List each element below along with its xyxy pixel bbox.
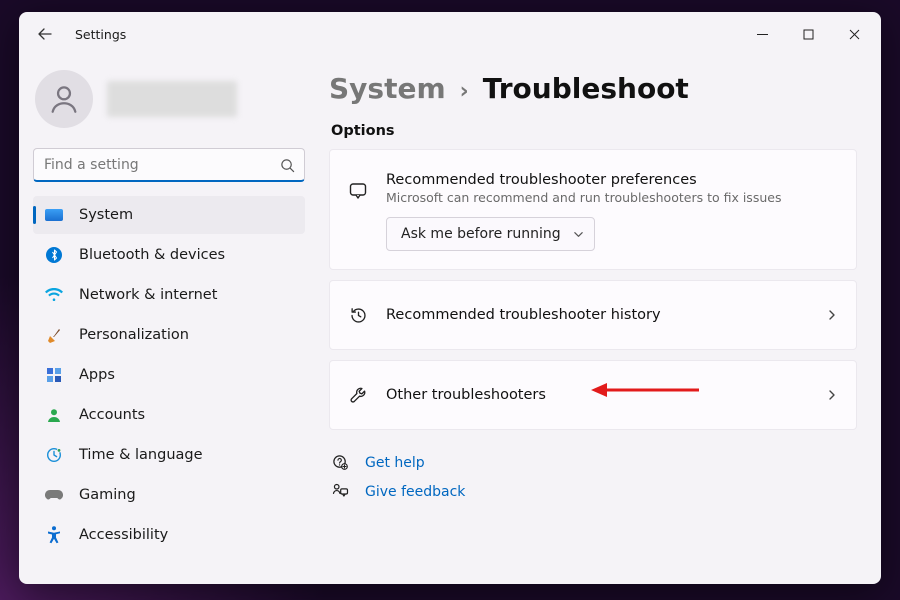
troubleshooter-pref-dropdown[interactable]: Ask me before running — [386, 217, 595, 251]
dropdown-value: Ask me before running — [401, 226, 561, 242]
sidebar-item-label: Apps — [79, 367, 115, 383]
gaming-icon — [45, 486, 63, 504]
nav: System Bluetooth & devices Network & int… — [33, 196, 305, 554]
card-row: Recommended troubleshooter history — [330, 281, 856, 349]
maximize-button[interactable] — [785, 18, 831, 50]
sidebar-item-personalization[interactable]: Personalization — [33, 316, 305, 354]
sidebar-item-apps[interactable]: Apps — [33, 356, 305, 394]
avatar — [35, 70, 93, 128]
sidebar-item-label: Accessibility — [79, 527, 168, 543]
card-body: Other troubleshooters — [386, 387, 808, 403]
section-label: Options — [331, 123, 857, 139]
accessibility-icon — [45, 526, 63, 544]
minimize-icon — [757, 29, 768, 40]
close-button[interactable] — [831, 18, 877, 50]
minimize-button[interactable] — [739, 18, 785, 50]
card-history[interactable]: Recommended troubleshooter history — [329, 280, 857, 350]
card-row: Other troubleshooters — [330, 361, 856, 429]
wifi-icon — [45, 286, 63, 304]
sidebar-item-accounts[interactable]: Accounts — [33, 396, 305, 434]
accounts-icon — [45, 406, 63, 424]
search-wrap — [33, 148, 305, 182]
chevron-right-icon — [826, 306, 838, 325]
sidebar-item-label: Network & internet — [79, 287, 217, 303]
sidebar-item-network[interactable]: Network & internet — [33, 276, 305, 314]
sidebar-item-time[interactable]: Time & language — [33, 436, 305, 474]
arrow-left-icon — [37, 26, 53, 42]
breadcrumb-current: Troubleshoot — [483, 72, 689, 105]
window-controls — [739, 18, 877, 50]
sidebar-item-accessibility[interactable]: Accessibility — [33, 516, 305, 554]
card-title: Other troubleshooters — [386, 387, 808, 403]
username-redacted — [107, 81, 237, 117]
close-icon — [849, 29, 860, 40]
sidebar-item-label: Bluetooth & devices — [79, 247, 225, 263]
sidebar-item-bluetooth[interactable]: Bluetooth & devices — [33, 236, 305, 274]
card-body: Recommended troubleshooter preferences M… — [386, 172, 838, 251]
sidebar-item-label: Gaming — [79, 487, 136, 503]
system-icon — [45, 206, 63, 224]
back-button[interactable] — [29, 18, 61, 50]
sidebar: System Bluetooth & devices Network & int… — [19, 56, 319, 584]
card-other-troubleshooters[interactable]: Other troubleshooters — [329, 360, 857, 430]
maximize-icon — [803, 29, 814, 40]
link-text: Get help — [365, 455, 425, 471]
search-input[interactable] — [33, 148, 305, 182]
breadcrumb-separator: › — [460, 79, 469, 104]
profile-block[interactable] — [33, 62, 305, 144]
sidebar-item-label: Personalization — [79, 327, 189, 343]
wrench-icon — [348, 386, 368, 405]
search-button[interactable] — [275, 153, 299, 177]
content-area: System Bluetooth & devices Network & int… — [19, 56, 881, 584]
search-icon — [280, 158, 295, 173]
link-text: Give feedback — [365, 484, 465, 500]
feedback-icon — [331, 483, 349, 500]
bluetooth-icon — [45, 246, 63, 264]
titlebar: Settings — [19, 12, 881, 56]
history-icon — [348, 306, 368, 325]
footer-links: Get help Give feedback — [329, 454, 857, 500]
help-icon — [331, 454, 349, 471]
sidebar-item-label: Accounts — [79, 407, 145, 423]
breadcrumb: System › Troubleshoot — [329, 72, 857, 105]
chat-icon — [348, 172, 368, 200]
sidebar-item-label: Time & language — [79, 447, 203, 463]
give-feedback-link[interactable]: Give feedback — [331, 483, 857, 500]
app-title: Settings — [75, 27, 126, 42]
card-body: Recommended troubleshooter history — [386, 307, 808, 323]
apps-icon — [45, 366, 63, 384]
card-row: Recommended troubleshooter preferences M… — [330, 150, 856, 269]
sidebar-item-gaming[interactable]: Gaming — [33, 476, 305, 514]
card-subtitle: Microsoft can recommend and run troubles… — [386, 190, 838, 205]
chevron-right-icon — [826, 386, 838, 405]
settings-window: Settings Syst — [19, 12, 881, 584]
card-title: Recommended troubleshooter history — [386, 307, 808, 323]
breadcrumb-parent[interactable]: System — [329, 72, 446, 105]
main-panel: System › Troubleshoot Options Recommende… — [319, 56, 881, 584]
card-title: Recommended troubleshooter preferences — [386, 172, 838, 188]
card-recommended-prefs: Recommended troubleshooter preferences M… — [329, 149, 857, 270]
sidebar-item-label: System — [79, 207, 133, 223]
clock-icon — [45, 446, 63, 464]
get-help-link[interactable]: Get help — [331, 454, 857, 471]
person-icon — [47, 82, 81, 116]
chevron-down-icon — [573, 229, 584, 240]
sidebar-item-system[interactable]: System — [33, 196, 305, 234]
paintbrush-icon — [45, 326, 63, 344]
